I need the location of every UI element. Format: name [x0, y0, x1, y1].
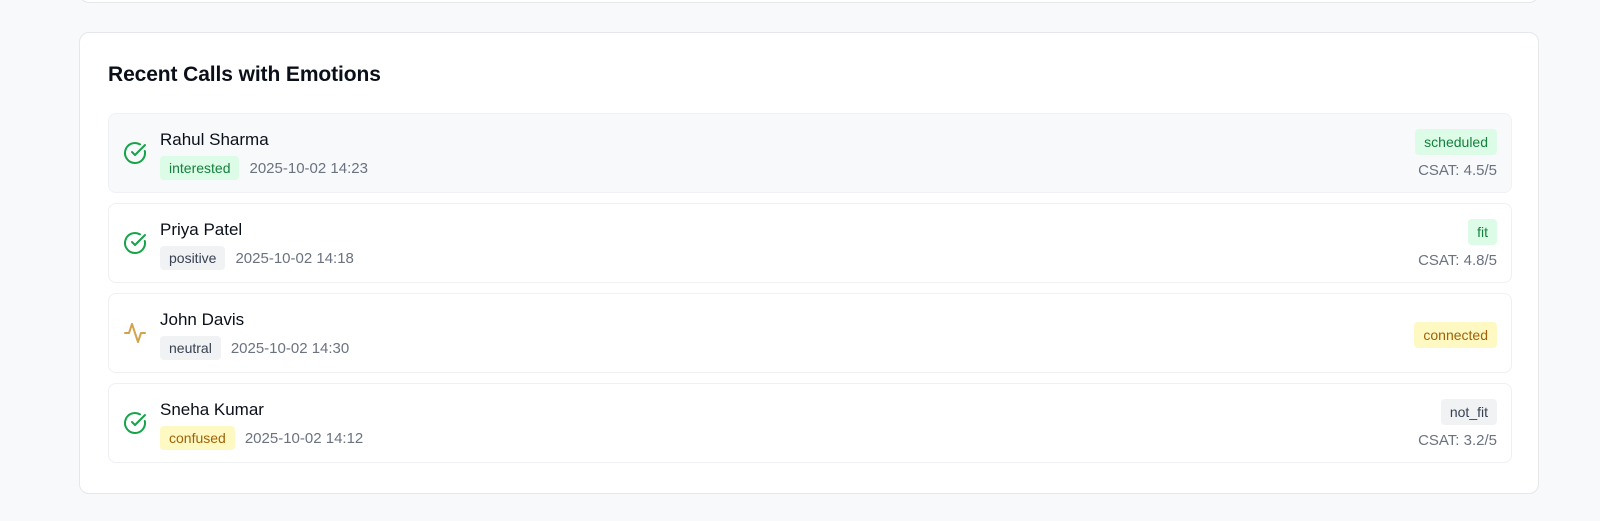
call-meta: neutral 2025-10-02 14:30 [160, 336, 349, 360]
call-timestamp: 2025-10-02 14:30 [230, 339, 350, 357]
csat-score: CSAT: 4.5/5 [1418, 162, 1497, 179]
emotion-badge: interested [160, 156, 240, 180]
recent-calls-card: Recent Calls with Emotions Rahul Sharma … [79, 32, 1539, 494]
call-meta: interested 2025-10-02 14:23 [160, 156, 368, 180]
call-row[interactable]: Sneha Kumar confused 2025-10-02 14:12 no… [108, 383, 1512, 463]
call-outcome: not_fit CSAT: 3.2/5 [1418, 399, 1497, 449]
call-row[interactable]: John Davis neutral 2025-10-02 14:30 conn… [108, 293, 1512, 373]
caller-name: Priya Patel [160, 220, 243, 239]
call-meta: positive 2025-10-02 14:18 [160, 246, 354, 270]
call-row[interactable]: Priya Patel positive 2025-10-02 14:18 fi… [108, 203, 1512, 283]
emotion-badge: positive [160, 246, 226, 270]
call-timestamp: 2025-10-02 14:23 [249, 159, 368, 177]
activity-icon [123, 321, 147, 345]
csat-score: CSAT: 3.2/5 [1418, 432, 1497, 449]
call-timestamp: 2025-10-02 14:18 [235, 249, 354, 267]
caller-name: John Davis [160, 310, 245, 329]
check-circle-icon [123, 411, 147, 435]
card-title: Recent Calls with Emotions [108, 63, 381, 86]
outcome-badge: fit [1468, 219, 1497, 245]
check-circle-icon [123, 231, 147, 255]
call-outcome: scheduled CSAT: 4.5/5 [1415, 129, 1497, 179]
outcome-badge: scheduled [1415, 129, 1497, 155]
call-timestamp: 2025-10-02 14:12 [244, 429, 364, 447]
csat-score: CSAT: 4.8/5 [1418, 252, 1497, 269]
emotion-badge: neutral [160, 336, 221, 360]
caller-name: Sneha Kumar [160, 400, 264, 419]
outcome-badge: not_fit [1440, 399, 1497, 425]
calls-list: Rahul Sharma interested 2025-10-02 14:23… [108, 113, 1512, 473]
previous-card [79, 0, 1539, 3]
check-circle-icon [123, 141, 147, 165]
caller-name: Rahul Sharma [160, 130, 269, 149]
call-meta: confused 2025-10-02 14:12 [160, 426, 363, 450]
call-outcome: fit CSAT: 4.8/5 [1418, 219, 1497, 269]
emotion-badge: confused [160, 426, 235, 450]
call-row[interactable]: Rahul Sharma interested 2025-10-02 14:23… [108, 113, 1512, 193]
call-outcome: connected [1414, 322, 1497, 348]
outcome-badge: connected [1414, 322, 1497, 348]
